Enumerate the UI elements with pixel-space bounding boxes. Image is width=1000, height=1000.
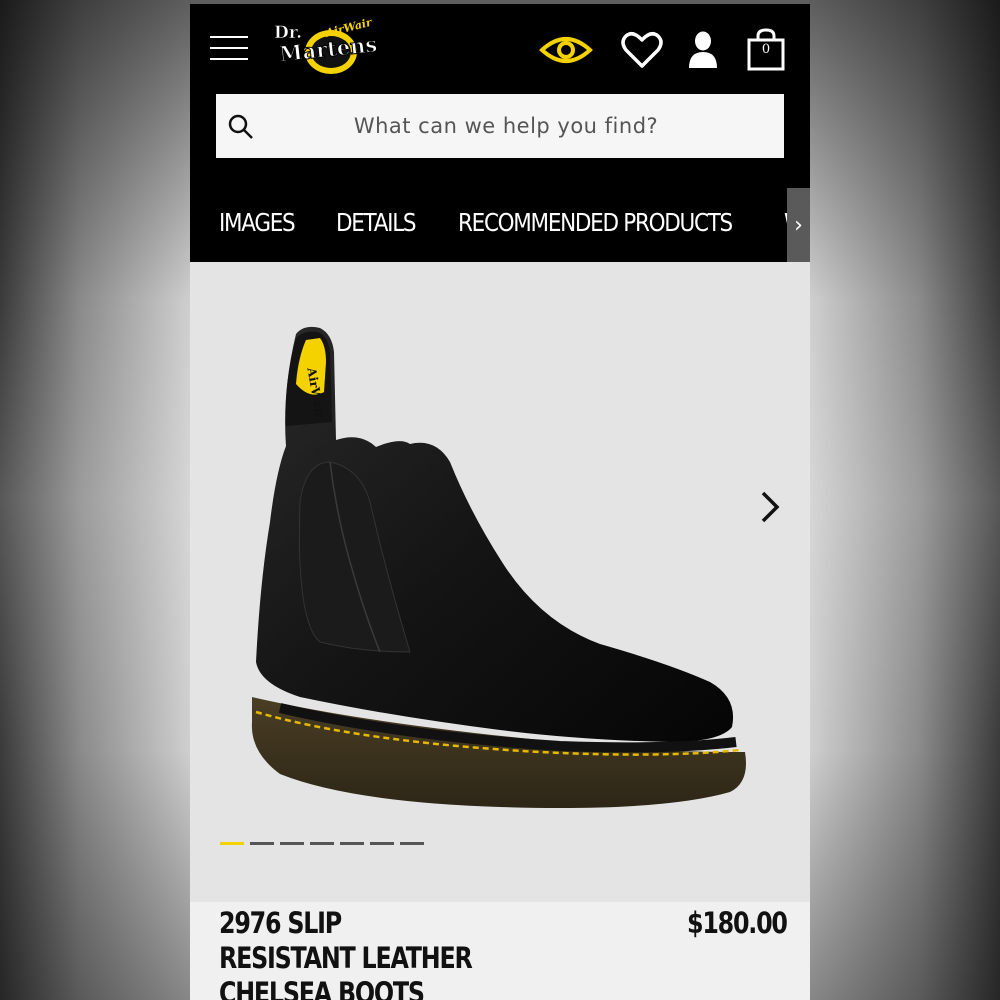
chevron-right-icon[interactable] bbox=[755, 487, 785, 527]
product-info: 2976 SLIP RESISTANT LEATHER CHELSEA BOOT… bbox=[190, 902, 810, 1000]
product-image-gallery[interactable]: AirWair bbox=[190, 262, 810, 902]
pagination-dot[interactable] bbox=[250, 842, 274, 845]
product-title: 2976 SLIP RESISTANT LEATHER CHELSEA BOOT… bbox=[219, 906, 473, 1000]
site-header: Dr. Martens AirWair 0 What can we help y… bbox=[190, 4, 810, 262]
pagination-dot[interactable] bbox=[280, 842, 304, 845]
mobile-page: Dr. Martens AirWair 0 What can we help y… bbox=[190, 4, 810, 1000]
tab-recommended-products[interactable]: RECOMMENDED PRODUCTS bbox=[458, 208, 733, 237]
pagination-dot[interactable] bbox=[370, 842, 394, 845]
hamburger-menu-icon[interactable] bbox=[210, 34, 248, 62]
section-tabs: IMAGES DETAILS RECOMMENDED PRODUCTS WO › bbox=[190, 188, 810, 262]
product-price: $180.00 bbox=[687, 906, 788, 940]
tabs-scroll-right-icon[interactable]: › bbox=[787, 188, 810, 262]
pagination-dot[interactable] bbox=[340, 842, 364, 845]
eye-icon[interactable] bbox=[538, 28, 594, 72]
pagination-dot[interactable] bbox=[310, 842, 334, 845]
tab-details[interactable]: DETAILS bbox=[336, 208, 417, 237]
heart-icon[interactable] bbox=[620, 28, 664, 72]
pagination-dot-active[interactable] bbox=[220, 842, 244, 845]
bag-count-badge: 0 bbox=[761, 42, 771, 57]
pagination-dot[interactable] bbox=[400, 842, 424, 845]
shopping-bag-icon[interactable]: 0 bbox=[746, 28, 786, 72]
user-icon[interactable] bbox=[686, 28, 720, 72]
dr-martens-logo[interactable]: Dr. Martens AirWair bbox=[274, 16, 380, 76]
product-image[interactable]: AirWair bbox=[240, 322, 760, 842]
search-icon[interactable] bbox=[228, 114, 254, 140]
search-bar[interactable] bbox=[216, 94, 784, 158]
tab-images[interactable]: IMAGES bbox=[219, 208, 296, 237]
search-input[interactable] bbox=[256, 94, 756, 158]
